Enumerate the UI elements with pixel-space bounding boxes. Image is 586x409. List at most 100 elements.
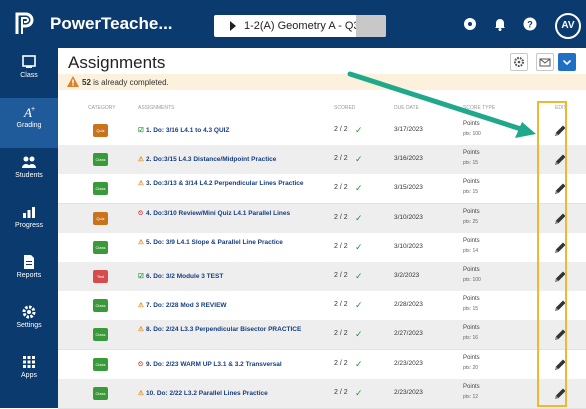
column-header-score-type[interactable]: SCORE TYPE [463,105,495,111]
progress-icon [23,207,35,218]
sidebar-item-class[interactable]: Class [0,48,58,98]
due-date: 3/10/2023 [394,213,423,221]
checkmark-icon: ✓ [355,358,363,369]
category-badge: Class [93,299,108,313]
table-row[interactable]: Quiz ☑ 1. Do: 3/16 L4.1 to 4.3 QUIZ 2 / 2 ✓ 3… [58,116,586,146]
sidebar-item-students[interactable]: Students [0,148,58,198]
assignment-link[interactable]: ⚠ 10. Do: 2/22 L3.2 Parallel Lines Practi… [138,388,328,399]
points-possible: pts: 15 [463,160,479,167]
apps-icon [23,356,35,368]
due-date: 3/10/2023 [394,242,423,250]
due-date: 2/27/2023 [394,330,423,338]
category-badge: Class [93,386,108,400]
complete-check-icon: ☑ [138,127,144,134]
column-header-due-date[interactable]: DUE DATE [394,105,419,111]
points-possible: pts: 14 [463,247,479,254]
grading-icon: A + [23,105,35,120]
sidebar-item-label: Class [20,72,38,79]
assignment-name: 10. Do: 2/22 L3.2 Parallel Lines Practic… [146,389,268,397]
column-header-category[interactable]: CATEGORY [88,105,116,111]
message-button[interactable] [536,53,554,71]
class-icon [22,55,36,68]
column-header-assignments[interactable]: ASSIGNMENTS [138,105,174,111]
scored-value: 2 / 2 [334,330,348,338]
bell-icon[interactable] [492,16,508,32]
checkmark-icon: ✓ [355,329,363,340]
assignment-link[interactable]: ☑ 6. Do: 3/2 Module 3 TEST [138,271,328,282]
sidebar-item-apps[interactable]: Apps [0,348,58,398]
category-badge: Class [93,328,108,342]
class-selector-label: 1-2(A) Geometry A - Q3 [244,20,360,32]
points-possible: pts: 15 [463,306,479,313]
settings-icon [22,305,36,319]
assignment-name: 2. Do:3/15 L4.3 Distance/Midpoint Practi… [146,156,277,164]
checkmark-icon: ✓ [355,271,363,281]
checkmark-icon: ✓ [355,387,363,398]
dropdown-button[interactable] [558,53,576,71]
score-type: Points pts: 14 [463,236,480,256]
sidebar-item-progress[interactable]: Progress [0,198,58,248]
top-bar: PowerTeache... 1-2(A) Geometry A - Q3 ? … [0,0,586,48]
table-row[interactable]: Class ⚠ 8. Do: 2/24 L3.3 Perpendicular Bis… [58,320,586,351]
sidebar-item-settings[interactable]: Settings [0,298,58,348]
due-date: 3/16/2023 [394,155,423,163]
assignment-link[interactable]: ⏲ 9. Do: 2/23 WARM UP L3.1 & 3.2 Transver… [138,359,328,370]
score-type: Points pts: 100 [463,119,481,139]
sidebar-item-label: Grading [16,122,42,129]
due-date: 3/2/2023 [394,272,420,279]
table-row[interactable]: Class ⚠ 10. Do: 2/22 L3.2 Parallel Lines P… [58,378,586,409]
score-type-label: Points [463,383,480,390]
table-row[interactable]: Test ☑ 6. Do: 3/2 Module 3 TEST 2 / 2 ✓ 3/2/2… [58,262,586,292]
sidebar-item-grading[interactable]: A + Grading [0,98,58,148]
students-icon [22,156,36,168]
chevron-down-icon [562,59,572,66]
category-badge: Class [93,153,108,167]
score-type-label: Points [463,179,480,186]
warning-icon: ⚠ [138,326,144,334]
table-row[interactable]: Class ⚠ 2. Do:3/15 L4.3 Distance/Midpoint … [58,145,586,176]
score-type-label: Points [463,208,480,215]
table-row[interactable]: Class ⚠ 5. Do: 3/9 L4.1 Slope & Parallel L… [58,232,586,263]
column-header-scored[interactable]: SCORED [334,105,355,111]
assignment-link[interactable]: ⚠ 2. Do:3/15 L4.3 Distance/Midpoint Pract… [138,154,328,165]
points-possible: pts: 20 [463,364,479,371]
scored-value: 2 / 2 [334,155,348,163]
sidebar-item-reports[interactable]: Reports [0,248,58,298]
score-type: Points pts: 20 [463,353,480,373]
due-date: 3/17/2023 [394,126,423,133]
table-row[interactable]: Class ⚠ 3. Do:3/13 & 3/14 L4.2 Perpendicul… [58,174,586,205]
sidebar-item-label: Apps [21,372,37,379]
gear-icon [514,57,524,67]
settings-button[interactable] [510,53,528,71]
score-type: Points pts: 15 [463,294,480,314]
table-row[interactable]: Class ⚠ 7. Do: 2/28 Mod 3 REVIEW 2 / 2 ✓ 2/28… [58,291,586,322]
help-icon[interactable]: ? [522,16,538,32]
powerteacher-logo-icon[interactable] [12,10,38,38]
table-row[interactable]: Class ⏲ 9. Do: 2/23 WARM UP L3.1 & 3.2 Tra… [58,349,586,380]
complete-check-icon: ☑ [138,273,144,280]
assignment-link[interactable]: ⚠ 5. Do: 3/9 L4.1 Slope & Parallel Line P… [138,237,328,248]
warning-text: is already completed. [93,78,169,87]
score-type: Points pts: 25 [463,207,480,227]
avatar[interactable]: AV [555,13,581,39]
assignment-link[interactable]: ⏲ 4. Do:3/10 Review/Mini Quiz L4.1 Parall… [138,208,328,219]
scored-value: 2 / 2 [334,213,348,221]
assignment-link[interactable]: ☑ 1. Do: 3/16 L4.1 to 4.3 QUIZ [138,125,328,136]
class-selector[interactable]: 1-2(A) Geometry A - Q3 [214,15,386,37]
assignment-link[interactable]: ⚠ 7. Do: 2/28 Mod 3 REVIEW [138,300,328,311]
clock-icon: ⏲ [138,209,144,217]
compass-icon[interactable] [462,16,478,32]
due-date: 2/23/2023 [394,359,423,367]
sidebar-item-label: Students [15,172,43,179]
due-date: 3/15/2023 [394,184,423,192]
assignment-name: 7. Do: 2/28 Mod 3 REVIEW [146,302,227,310]
warning-icon: ⚠ [138,238,144,246]
assignment-link[interactable]: ⚠ 8. Do: 2/24 L3.3 Perpendicular Bisector… [138,324,328,335]
assignment-link[interactable]: ⚠ 3. Do:3/13 & 3/14 L4.2 Perpendicular Li… [138,178,328,189]
scored-value: 2 / 2 [334,301,348,309]
reports-icon [24,255,34,269]
warning-banner: 52 is already completed. [58,74,586,90]
table-row[interactable]: Quiz ⏲ 4. Do:3/10 Review/Mini Quiz L4.1 Pa… [58,203,586,234]
score-type: Points pts: 100 [463,265,481,285]
score-type-label: Points [463,354,480,361]
